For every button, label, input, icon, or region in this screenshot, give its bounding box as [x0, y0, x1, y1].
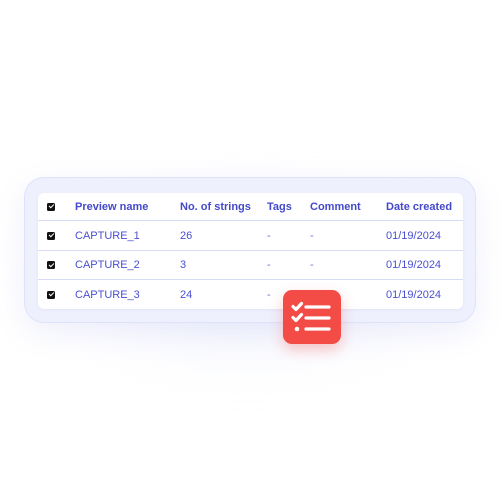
row-checkbox-cell[interactable] — [47, 280, 55, 309]
checklist-app-icon — [283, 290, 341, 344]
checklist-icon — [291, 301, 331, 332]
select-all-checkbox[interactable] — [47, 202, 55, 211]
row-checkbox-cell[interactable] — [47, 251, 55, 279]
date-created-cell: 01/19/2024 — [386, 288, 442, 301]
date-created-cell: 01/19/2024 — [386, 229, 442, 242]
table-row[interactable]: CAPTURE_3 24 - 01/19/2024 — [38, 280, 463, 309]
preview-name-cell[interactable]: CAPTURE_1 — [75, 221, 140, 250]
row-checkbox[interactable] — [47, 261, 55, 269]
screen: Preview name No. of strings Tags Comment… — [0, 0, 501, 500]
row-checkbox[interactable] — [47, 231, 55, 240]
header-no-of-strings[interactable]: No. of strings — [180, 193, 251, 220]
comment-cell: - — [310, 259, 314, 271]
strings-count-cell: 24 — [180, 288, 193, 301]
comment-cell: - — [310, 229, 314, 242]
preview-name-cell[interactable]: CAPTURE_2 — [75, 251, 140, 279]
select-all-cell[interactable] — [47, 193, 55, 220]
strings-count-cell: 26 — [180, 229, 193, 242]
preview-name-cell[interactable]: CAPTURE_3 — [75, 280, 140, 309]
header-preview-name[interactable]: Preview name — [75, 193, 148, 220]
row-checkbox-cell[interactable] — [47, 221, 55, 250]
row-checkbox[interactable] — [47, 290, 55, 299]
tags-cell: - — [267, 229, 271, 242]
header-comment[interactable]: Comment — [310, 193, 361, 220]
header-tags[interactable]: Tags — [267, 193, 292, 220]
table-row[interactable]: CAPTURE_2 3 - - 01/19/2024 — [38, 251, 463, 279]
tags-cell: - — [267, 259, 271, 271]
header-date-created[interactable]: Date created — [386, 193, 452, 220]
date-created-cell: 01/19/2024 — [386, 259, 442, 271]
table-header-row: Preview name No. of strings Tags Comment… — [38, 193, 463, 220]
tags-cell: - — [267, 288, 271, 301]
strings-count-cell: 3 — [180, 259, 187, 271]
previews-table: Preview name No. of strings Tags Comment… — [38, 193, 463, 309]
table-row[interactable]: CAPTURE_1 26 - - 01/19/2024 — [38, 221, 463, 250]
